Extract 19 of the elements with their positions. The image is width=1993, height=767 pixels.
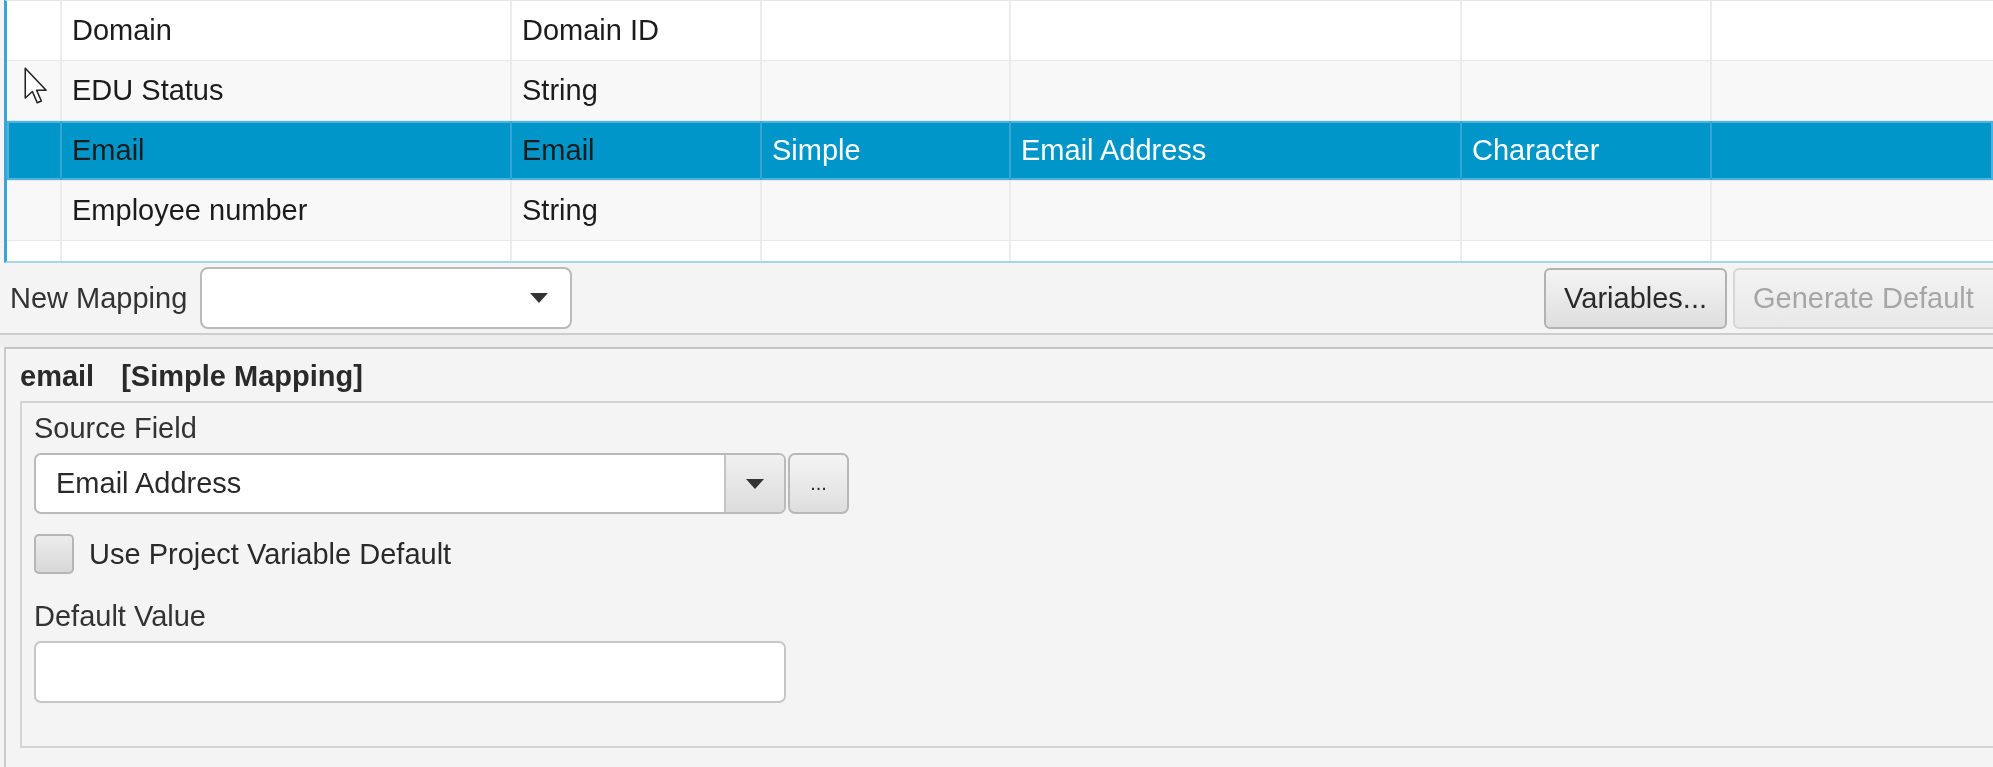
table-row[interactable]: Domain Domain ID bbox=[7, 1, 1993, 61]
default-value-input[interactable] bbox=[34, 641, 786, 703]
table-row[interactable]: Employee number String bbox=[7, 181, 1993, 241]
mouse-pointer-icon bbox=[24, 67, 48, 104]
checkbox-label: Use Project Variable Default bbox=[89, 537, 452, 571]
table-row[interactable]: EDU Status String bbox=[7, 61, 1993, 121]
source-field-dropdown[interactable]: Email Address bbox=[34, 453, 786, 514]
checkbox[interactable] bbox=[34, 534, 74, 574]
source-field-label: Source Field bbox=[34, 411, 197, 445]
table-row[interactable]: Email Email Simple Email Address Character bbox=[7, 121, 1993, 181]
mapping-name: email bbox=[20, 359, 95, 393]
new-mapping-dropdown[interactable] bbox=[200, 267, 573, 329]
caret-down-icon bbox=[530, 293, 549, 303]
mapping-type: [Simple Mapping] bbox=[121, 359, 363, 393]
default-value-label: Default Value bbox=[34, 599, 206, 633]
browse-button[interactable]: ... bbox=[788, 453, 849, 514]
caret-down-icon bbox=[746, 478, 764, 489]
variables-button[interactable]: Variables... bbox=[1544, 267, 1727, 329]
new-mapping-label: New Mapping bbox=[10, 281, 188, 315]
